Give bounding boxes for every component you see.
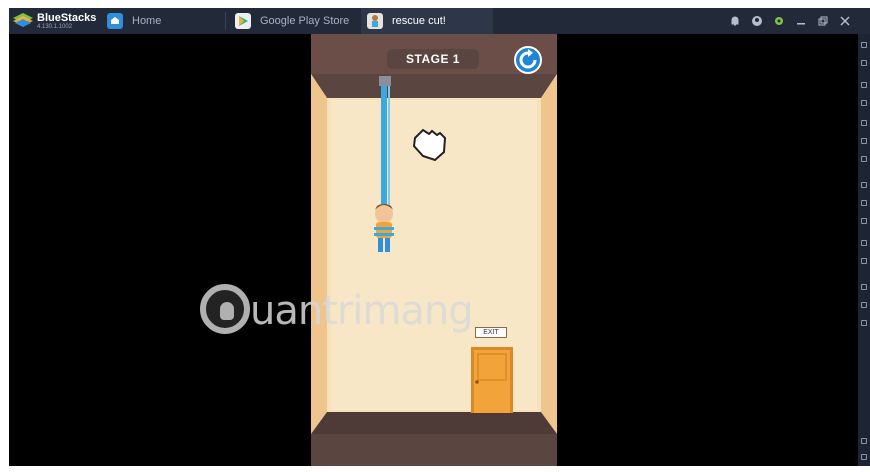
lightbulb-icon xyxy=(220,302,234,320)
bluestacks-brand[interactable]: BlueStacks 4.130.1.1002 xyxy=(13,11,103,31)
macro-icon[interactable] xyxy=(861,182,867,188)
record-icon[interactable] xyxy=(861,120,867,126)
tab-divider xyxy=(225,12,226,30)
location-icon[interactable] xyxy=(861,200,867,206)
minimize-icon[interactable] xyxy=(790,8,812,34)
exit-door xyxy=(471,347,513,413)
rope xyxy=(381,86,387,206)
eco-mode-icon[interactable] xyxy=(861,284,867,290)
watermark-text: uantrimang xyxy=(250,288,474,334)
play-store-icon xyxy=(235,13,251,29)
home-icon xyxy=(107,13,123,29)
rotate-icon[interactable] xyxy=(861,240,867,246)
settings-gear-icon[interactable] xyxy=(768,8,790,34)
brand-name: BlueStacks xyxy=(37,12,97,24)
multi-instance-icon[interactable] xyxy=(861,156,867,162)
more-icon[interactable] xyxy=(861,320,867,326)
close-icon[interactable] xyxy=(834,8,856,34)
brand-version: 4.130.1.1002 xyxy=(37,24,73,30)
restore-icon[interactable] xyxy=(812,8,834,34)
tab-play-store-label: Google Play Store xyxy=(260,15,350,27)
restart-icon xyxy=(519,49,537,69)
tab-home-label: Home xyxy=(132,15,162,27)
fullscreen-icon[interactable] xyxy=(861,42,867,48)
folder-icon[interactable] xyxy=(861,258,867,264)
install-apk-icon[interactable] xyxy=(861,302,867,308)
keyboard-icon[interactable] xyxy=(861,82,867,88)
rescue-cut-app-icon xyxy=(367,13,383,29)
back-icon[interactable] xyxy=(861,454,867,460)
right-toolbar xyxy=(858,34,870,466)
stage-label: STAGE 1 xyxy=(387,49,479,69)
tab-rescue-cut-label: rescue cut! xyxy=(392,15,446,27)
account-icon[interactable] xyxy=(746,8,768,34)
bluestacks-window: BlueStacks 4.130.1.1002 Home Google Play… xyxy=(9,8,870,466)
shake-icon[interactable] xyxy=(861,218,867,224)
settings-icon[interactable] xyxy=(861,438,867,444)
rope-anchor xyxy=(379,76,391,86)
tab-home[interactable]: Home xyxy=(101,8,227,34)
tab-rescue-cut[interactable]: rescue cut! xyxy=(361,8,493,34)
screenshot-icon[interactable] xyxy=(861,138,867,144)
tab-google-play-store[interactable]: Google Play Store xyxy=(229,8,363,34)
restart-button[interactable] xyxy=(514,46,542,74)
game-viewport[interactable]: STAGE 1 EXIT xyxy=(311,34,557,466)
titlebar-controls xyxy=(724,8,870,34)
bell-icon[interactable] xyxy=(724,8,746,34)
sound-icon[interactable] xyxy=(861,60,867,66)
camera-icon[interactable] xyxy=(861,100,867,106)
watermark-logo-icon xyxy=(200,284,250,334)
bluestacks-logo-icon xyxy=(13,13,33,27)
title-bar: BlueStacks 4.130.1.1002 Home Google Play… xyxy=(9,8,870,34)
watermark: uantrimang xyxy=(198,280,488,350)
game-scene xyxy=(311,34,557,466)
